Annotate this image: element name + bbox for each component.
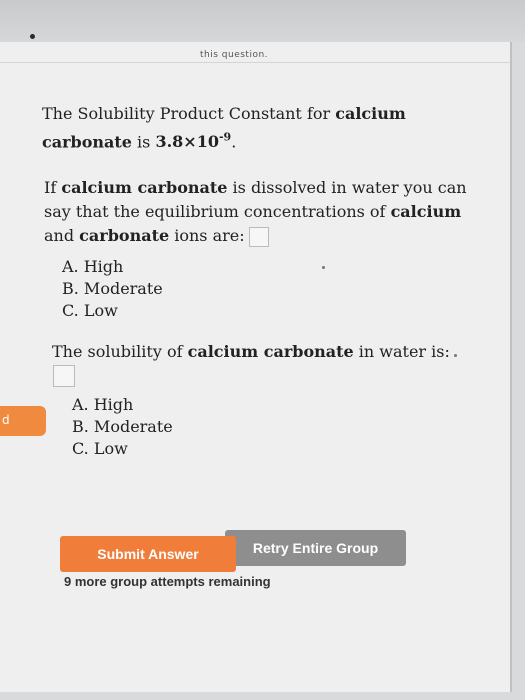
top-dot <box>30 34 35 39</box>
option-a: A. High <box>62 257 124 276</box>
option-c: C. Low <box>62 301 118 320</box>
stray-mark <box>322 266 325 269</box>
option-b: B. Moderate <box>72 417 173 436</box>
retry-group-button[interactable]: Retry Entire Group <box>225 530 406 566</box>
question-page: this question. The Solubility Product Co… <box>0 42 512 692</box>
question-1-text: The Solubility Product Constant for calc… <box>42 104 406 152</box>
top-bar <box>0 0 525 42</box>
question-3-options: A. High B. Moderate C. Low <box>72 394 173 460</box>
header-divider <box>0 62 510 63</box>
option-b: B. Moderate <box>62 279 163 298</box>
answer-input-1[interactable] <box>248 226 269 247</box>
header-partial-text: this question. <box>200 50 269 60</box>
question-2-text: If calcium carbonate is dissolved in wat… <box>44 178 467 247</box>
option-a: A. High <box>72 395 134 414</box>
side-tab[interactable]: d <box>0 406 46 436</box>
answer-input-2[interactable] <box>53 365 75 387</box>
stray-mark <box>454 354 457 357</box>
submit-answer-button[interactable]: Submit Answer <box>60 536 236 572</box>
attempts-remaining: 9 more group attempts remaining <box>64 574 271 589</box>
question-3-text: The solubility of calcium carbonate in w… <box>52 342 450 361</box>
question-2-options: A. High B. Moderate C. Low <box>62 256 163 322</box>
option-c: C. Low <box>72 439 128 458</box>
